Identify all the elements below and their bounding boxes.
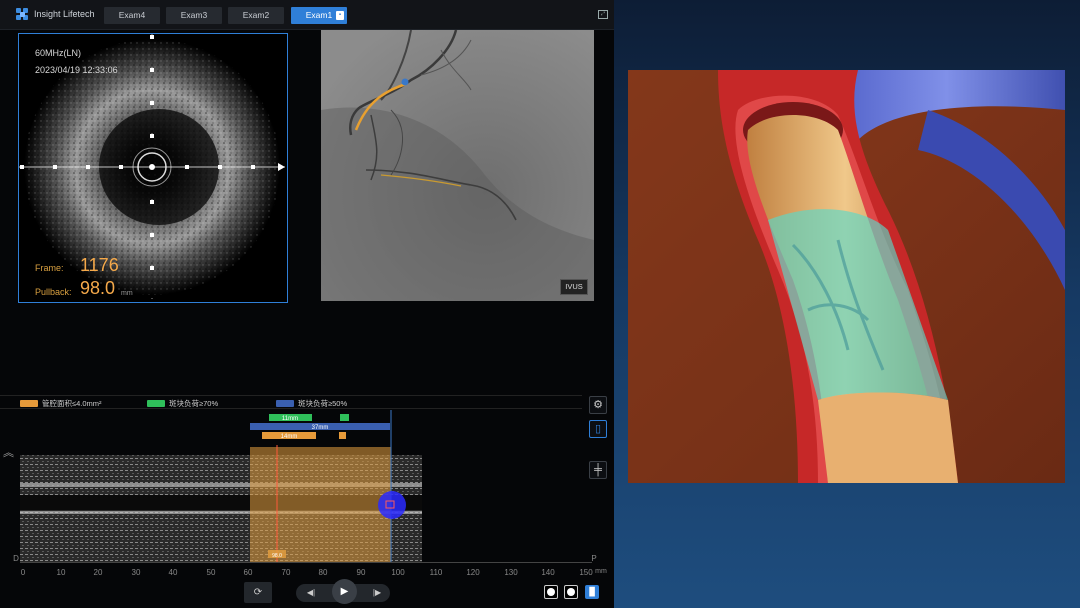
ivus-datetime: 2023/04/19 12:33:06	[35, 65, 118, 75]
loop-icon: ⟳	[253, 587, 263, 598]
legend-item-plaque50: 斑块负荷≥50%	[276, 398, 347, 409]
pullback-marker[interactable]	[378, 491, 406, 519]
gear-icon: ⚙	[593, 399, 603, 411]
crosshair-icon: ╪	[594, 464, 602, 476]
axis-tick-70: 70	[281, 568, 291, 577]
selected-segment-overlay[interactable]	[250, 447, 391, 563]
segment-green-bar-small[interactable]	[340, 414, 349, 421]
bookmark-button[interactable]: ▯	[589, 420, 607, 438]
dot-icon	[547, 588, 555, 596]
step-back-button[interactable]: ◀︎|	[303, 585, 319, 601]
segment-green-label: 11mm	[282, 416, 298, 422]
stent-illustration	[628, 70, 1065, 483]
marker-label: 98.0	[272, 553, 282, 559]
view-mode-1-button[interactable]	[544, 585, 558, 599]
axis-tick-10: 10	[56, 568, 66, 577]
segment-orange-label: 14mm	[281, 434, 298, 440]
frame-label: Frame:	[35, 263, 64, 273]
view-mode-3-button[interactable]: ▐▌	[585, 585, 599, 599]
view-mode-2-button[interactable]	[564, 585, 578, 599]
measure-button[interactable]: ╪	[589, 461, 607, 479]
axis-tick-20: 20	[93, 568, 103, 577]
axis-end-proximal: P	[591, 554, 597, 563]
legend-label-lumen: 管腔面积≤4.0mm²	[42, 399, 102, 408]
legend-swatch-green	[147, 400, 165, 407]
axis-tick-90: 90	[356, 568, 366, 577]
step-forward-icon: |▶︎	[372, 588, 382, 597]
axis-end-distal: D	[13, 554, 19, 563]
legend-swatch-blue	[276, 400, 294, 407]
longitudinal-view[interactable]: 98.0	[20, 445, 422, 563]
legend-bar: 管腔面积≤4.0mm² 斑块负荷≥70% 斑块负荷≥50%	[0, 395, 582, 409]
loop-button[interactable]: ⟳	[244, 582, 272, 603]
axis-tick-120: 120	[466, 568, 480, 577]
tab-exam3[interactable]: Exam3	[166, 7, 222, 24]
pullback-unit: mm	[121, 290, 133, 297]
angiography-view[interactable]: IVUS	[321, 30, 594, 301]
axis-tick-100: 100	[391, 568, 405, 577]
segment-blue-label: 37mm	[312, 425, 329, 431]
brand-name: Insight Lifetech	[34, 9, 95, 19]
ivus-application: Insight Lifetech Exam4 Exam3 Exam2 Exam1…	[0, 0, 614, 608]
distance-axis: D P 0 10 20 30 40 50 60 70 80 90 100 110…	[13, 554, 610, 580]
step-forward-button[interactable]: |▶︎	[369, 585, 385, 601]
axis-tick-30: 30	[131, 568, 141, 577]
frame-value: 1176	[80, 255, 119, 275]
logo-icon	[16, 8, 28, 20]
legend-label-plaque50: 斑块负荷≥50%	[298, 399, 348, 408]
pullback-value: 98.0	[80, 278, 116, 298]
play-icon: ▶	[340, 586, 349, 597]
trash-icon[interactable]: ▪	[336, 11, 344, 20]
legend-item-plaque70: 斑块负荷≥70%	[147, 398, 218, 409]
step-back-icon: ◀︎|	[306, 588, 316, 597]
ivus-cross-section[interactable]: 60MHz(LN) 2023/04/19 12:33:06 Frame: 117…	[18, 33, 288, 303]
axis-tick-0: 0	[20, 568, 26, 577]
split-view-icon: ▐▌	[586, 587, 598, 596]
axis-tick-50: 50	[206, 568, 216, 577]
play-button[interactable]: ▶	[332, 579, 357, 604]
tab-exam4[interactable]: Exam4	[104, 7, 160, 24]
axis-tick-80: 80	[318, 568, 328, 577]
playback-controls: ⟳ ◀︎| ▶ |▶︎ ▐▌	[0, 579, 614, 608]
tab-exam1[interactable]: Exam1 ▪	[291, 7, 347, 24]
ivus-frequency: 60MHz(LN)	[35, 48, 82, 58]
export-icon[interactable]: ⤢	[598, 10, 608, 19]
bookmark-icon: ▯	[594, 423, 602, 435]
settings-button[interactable]: ⚙	[589, 396, 607, 414]
axis-tick-140: 140	[541, 568, 555, 577]
ivus-badge: IVUS	[560, 279, 588, 295]
pullback-label: Pullback:	[35, 287, 72, 297]
tab-exam1-label: Exam1	[305, 10, 333, 20]
segment-orange-bar-small[interactable]	[339, 432, 346, 439]
brand-logo: Insight Lifetech	[16, 8, 95, 20]
axis-tick-150: 150	[579, 568, 593, 577]
legend-item-lumen: 管腔面积≤4.0mm²	[20, 398, 102, 409]
angiogram-image	[321, 30, 594, 301]
axis-tick-130: 130	[504, 568, 518, 577]
axis-tick-40: 40	[168, 568, 178, 577]
legend-swatch-orange	[20, 400, 38, 407]
collapse-icon[interactable]: ︽	[3, 448, 14, 459]
segment-bars: 11mm 37mm 14mm	[250, 410, 392, 450]
axis-tick-110: 110	[429, 568, 443, 577]
tab-exam2[interactable]: Exam2	[228, 7, 284, 24]
dot-icon	[567, 588, 575, 596]
axis-tick-60: 60	[243, 568, 253, 577]
axis-unit: mm	[595, 568, 607, 575]
legend-label-plaque70: 斑块负荷≥70%	[169, 399, 219, 408]
stent-artery-illustration	[628, 70, 1065, 483]
top-bar: Insight Lifetech Exam4 Exam3 Exam2 Exam1…	[0, 0, 614, 30]
